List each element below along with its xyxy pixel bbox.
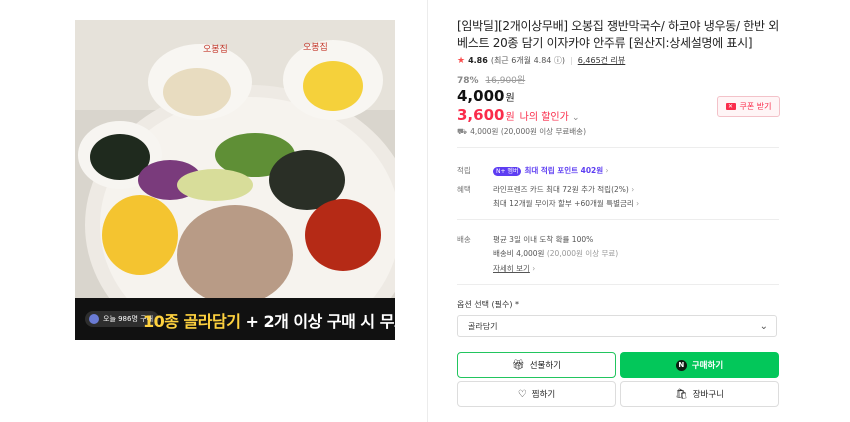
divider: [457, 219, 779, 220]
shopping-bag-icon: 🛍︎: [675, 388, 688, 400]
truck-icon: ⛟: [457, 126, 468, 136]
option-label: 옵션 선택 (필수) *: [457, 300, 520, 309]
bowl-logo-2: 오봉집: [303, 41, 328, 53]
cart-button[interactable]: 🛍︎ 장바구니: [620, 381, 779, 407]
chevron-down-icon: ⌄: [759, 321, 768, 332]
chevron-down-icon: ⌄: [572, 113, 580, 123]
food-illustration: 오봉집 오봉집: [75, 20, 395, 340]
points-row[interactable]: N+ 멤버 최대 적립 포인트 402원 ›: [493, 165, 609, 176]
benefit-line-1[interactable]: 라인프렌즈 카드 최대 72원 추가 적립(2%) ›: [493, 184, 634, 195]
benefit-label: 혜택: [457, 185, 471, 194]
sale-price: 4,000원: [457, 87, 515, 105]
chevron-right-icon: ›: [633, 199, 640, 208]
heart-icon: ♡: [517, 388, 527, 400]
star-icon: ★: [457, 55, 466, 66]
chevron-right-icon: ›: [529, 264, 536, 273]
product-title: [임박딜][2개이상무배] 오봉집 쟁반막국수/ 하코야 냉우동/ 한반 외 베…: [457, 19, 779, 50]
shipping-summary: ⛟ 4,000원 (20,000원 이상 무료배송): [457, 126, 586, 137]
gift-icon: 🎁︎: [512, 359, 525, 371]
rating-row: ★ 4.86 (최근 6개월 4.84 ⓘ) | 6,465건 리뷰: [457, 55, 626, 66]
product-image[interactable]: 오봉집 오봉집 오늘 986명 구매 10종 골라담기 + 2개 이상 구매 시…: [75, 20, 395, 340]
gift-button[interactable]: 🎁︎ 선물하기: [457, 352, 616, 378]
coupon-icon: ✕: [725, 103, 736, 110]
chevron-right-icon: ›: [603, 166, 609, 175]
delivery-line-2: 배송비 4,000원 (20,000원 이상 무료): [493, 249, 619, 258]
original-price-row: 78% 16,900원: [457, 73, 525, 86]
wishlist-button[interactable]: ♡ 찜하기: [457, 381, 616, 407]
promo-banner: 오늘 986명 구매 10종 골라담기 + 2개 이상 구매 시 무료배송: [75, 298, 395, 340]
benefit-line-2[interactable]: 최대 12개월 무이자 할부 +60개월 특별금리 ›: [493, 198, 639, 209]
points-label: 적립: [457, 166, 471, 175]
naver-pay-icon: N: [675, 359, 687, 371]
my-discount-price[interactable]: 3,600원 나의 할인가 ⌄: [457, 106, 580, 124]
discount-rate: 78%: [457, 76, 479, 86]
delivery-line-1: 평균 3일 이내 도착 확률 100%: [493, 235, 594, 244]
original-price: 16,900원: [485, 76, 526, 86]
review-link[interactable]: 6,465건 리뷰: [578, 55, 626, 66]
user-icon: [89, 314, 99, 324]
option-required-mark: (필수) *: [491, 300, 520, 309]
membership-badge: N+ 멤버: [493, 166, 522, 176]
chevron-right-icon: ›: [628, 185, 635, 194]
divider: [457, 147, 779, 148]
delivery-label: 배송: [457, 235, 471, 244]
option-select[interactable]: 골라담기 ⌄: [457, 315, 777, 337]
bowl-logo-1: 오봉집: [203, 43, 228, 55]
buy-button[interactable]: N 구매하기: [620, 352, 779, 378]
coupon-button[interactable]: ✕ 쿠폰 받기: [717, 96, 780, 117]
divider: [457, 284, 779, 285]
panel-divider: [427, 0, 428, 422]
promo-banner-text: 10종 골라담기 + 2개 이상 구매 시 무료배송: [143, 312, 395, 331]
delivery-more-link[interactable]: 자세히 보기 ›: [493, 263, 535, 274]
separator: |: [570, 56, 573, 65]
